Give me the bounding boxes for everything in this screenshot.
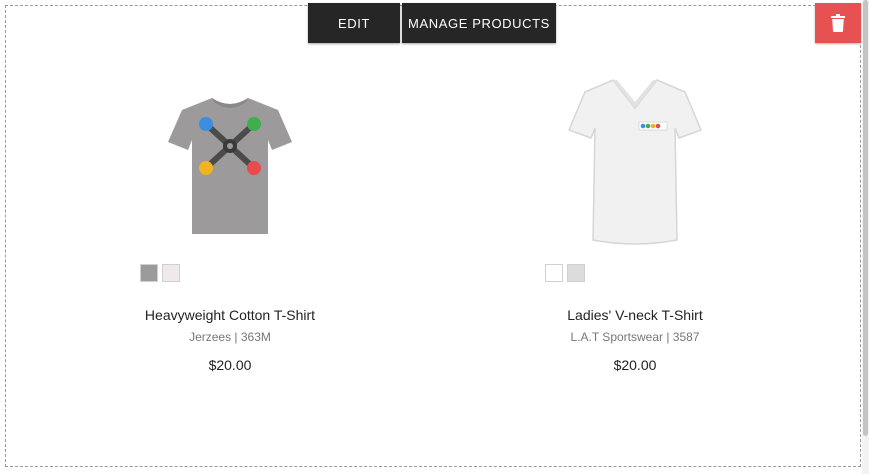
edit-button[interactable]: EDIT [308, 3, 400, 43]
swatch-light-gray[interactable] [567, 264, 585, 282]
product-price: $20.00 [613, 357, 657, 373]
product-price: $20.00 [208, 357, 252, 373]
scrollbar-thumb[interactable] [863, 0, 868, 436]
product-name[interactable]: Heavyweight Cotton T-Shirt [80, 307, 380, 323]
block-toolbar: EDIT MANAGE PRODUCTS [308, 3, 556, 43]
swatch-light-pink[interactable] [162, 264, 180, 282]
product-card[interactable]: Ladies' V-neck T-Shirt L.A.T Sportswear … [485, 70, 785, 380]
trash-icon [831, 14, 845, 32]
delete-button[interactable] [815, 3, 861, 43]
white-vneck-tshirt-image[interactable] [555, 70, 715, 250]
manage-products-button[interactable]: MANAGE PRODUCTS [402, 3, 556, 43]
product-brand-sku: L.A.T Sportswear | 3587 [570, 330, 700, 344]
product-name[interactable]: Ladies' V-neck T-Shirt [485, 307, 785, 323]
swatch-gray[interactable] [140, 264, 158, 282]
product-card[interactable]: Heavyweight Cotton T-Shirt Jerzees | 363… [80, 80, 380, 380]
gray-tshirt-image[interactable] [150, 80, 310, 240]
color-swatches [140, 264, 180, 282]
product-brand-sku: Jerzees | 363M [189, 330, 271, 344]
color-swatches [545, 264, 585, 282]
vertical-scrollbar[interactable] [862, 0, 869, 474]
swatch-white[interactable] [545, 264, 563, 282]
